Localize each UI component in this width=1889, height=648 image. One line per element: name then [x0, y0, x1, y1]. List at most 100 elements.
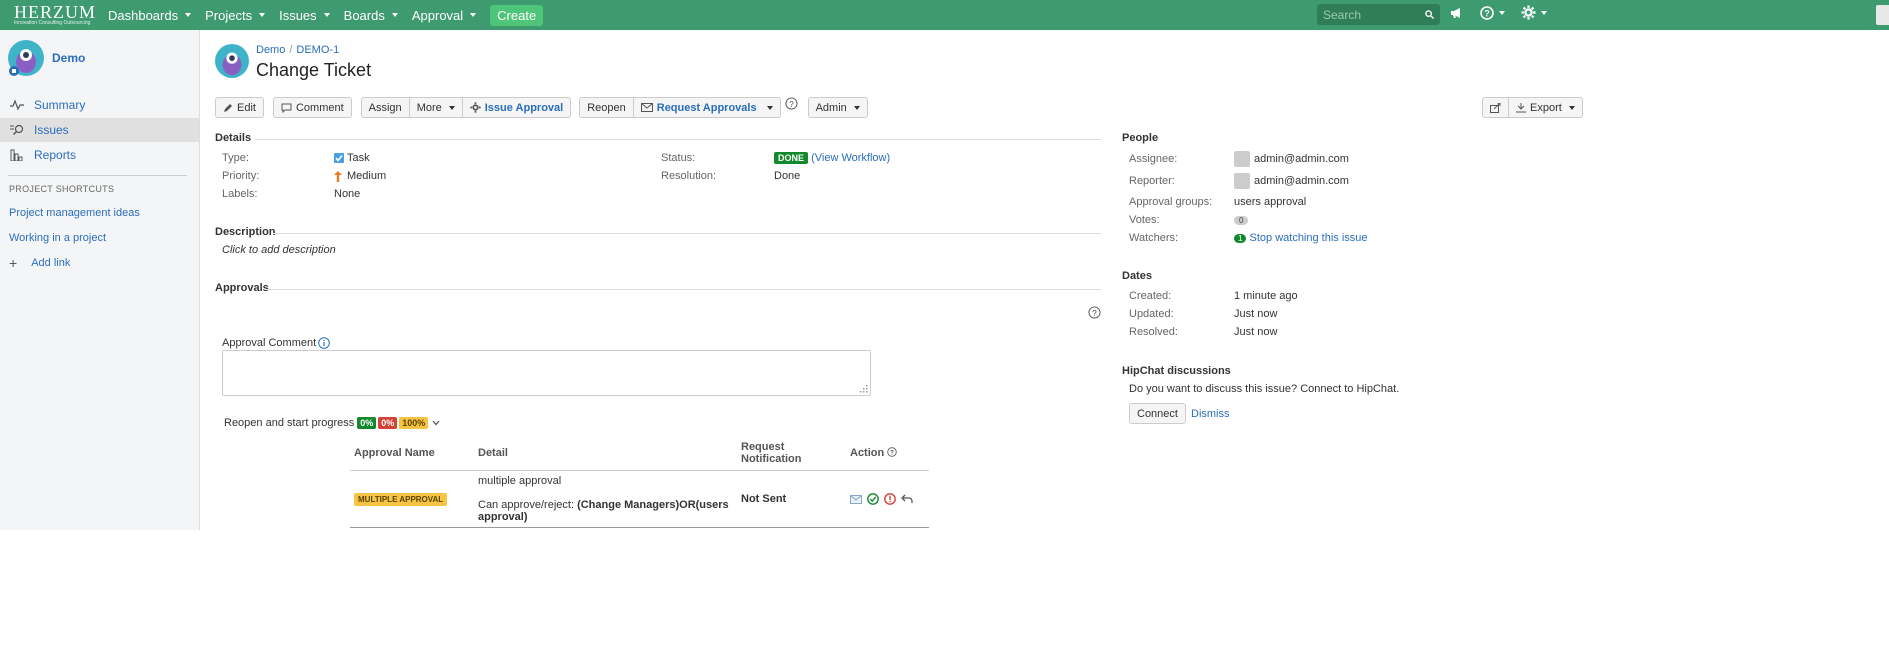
- add-link-button[interactable]: + Add link: [0, 250, 199, 275]
- help-menu[interactable]: ?: [1480, 5, 1505, 20]
- description-field[interactable]: Click to add description: [222, 244, 336, 256]
- project-sidebar: Demo Summary Issues Reports PROJECT SHOR…: [0, 30, 200, 530]
- approval-comment-textarea[interactable]: [222, 350, 871, 396]
- connect-button[interactable]: Connect: [1129, 403, 1186, 424]
- search-box[interactable]: [1317, 4, 1440, 25]
- chevron-down-icon: [259, 13, 266, 17]
- project-header[interactable]: Demo: [0, 30, 199, 86]
- svg-text:?: ?: [1092, 308, 1097, 318]
- details-heading: Details: [215, 132, 252, 144]
- updated-value: Just now: [1234, 308, 1278, 320]
- comment-icon: [281, 103, 292, 113]
- approval-comment-text: Approval Comment: [222, 337, 317, 349]
- breadcrumb-issue-key[interactable]: DEMO-1: [296, 44, 339, 56]
- votes-label: Votes:: [1129, 214, 1160, 226]
- created-label: Created:: [1129, 290, 1172, 302]
- shortcut-working-in-a-project[interactable]: Working in a project: [0, 225, 199, 250]
- request-approvals-button[interactable]: Request Approvals: [633, 97, 781, 118]
- arrow-up-icon: [334, 170, 342, 182]
- breadcrumb-project[interactable]: Demo: [256, 44, 285, 56]
- approval-name-cell: MULTIPLE APPROVAL: [350, 470, 474, 528]
- envelope-icon: [640, 103, 653, 112]
- admin-button[interactable]: Admin: [807, 97, 868, 118]
- type-value: Task: [334, 152, 370, 164]
- project-avatar: [215, 44, 249, 78]
- sidebar-item-issues[interactable]: Issues: [0, 118, 199, 142]
- info-icon[interactable]: [318, 337, 330, 349]
- approve-icon[interactable]: [867, 493, 879, 505]
- reject-icon[interactable]: [884, 493, 896, 505]
- assignee-value[interactable]: admin@admin.com: [1234, 151, 1349, 167]
- stop-watching-link[interactable]: Stop watching this issue: [1250, 232, 1368, 244]
- assignee-name: admin@admin.com: [1254, 152, 1349, 165]
- approval-transition[interactable]: Reopen and start progress 0% 0% 100%: [224, 417, 440, 429]
- sidebar-item-summary[interactable]: Summary: [0, 93, 199, 117]
- request-notification-cell: Not Sent: [737, 470, 846, 528]
- send-notification-icon[interactable]: [850, 494, 862, 504]
- nav-approval[interactable]: Approval: [412, 8, 477, 23]
- votes-count-badge: 0: [1234, 216, 1249, 225]
- project-avatar: [8, 40, 44, 76]
- column-header-label: Action: [850, 447, 885, 459]
- chevron-down-icon: [766, 105, 773, 110]
- search-icon[interactable]: [1425, 10, 1434, 19]
- undo-icon[interactable]: [901, 494, 913, 504]
- watchers-label: Watchers:: [1129, 232, 1179, 244]
- page-title[interactable]: Change Ticket: [256, 60, 371, 81]
- nav-boards[interactable]: Boards: [344, 8, 398, 23]
- task-icon: [334, 153, 344, 163]
- status-value: DONE (View Workflow): [774, 152, 890, 164]
- type-label: Type:: [222, 152, 249, 164]
- approved-percent-badge: 0%: [357, 417, 377, 429]
- sidebar-item-label: Reports: [34, 148, 77, 162]
- herzum-logo[interactable]: HERZUM Innovation Consulting Outsourcing: [14, 2, 96, 26]
- chevron-down-icon: [185, 13, 192, 17]
- table-row: MULTIPLE APPROVAL multiple approval Can …: [350, 470, 929, 528]
- votes-value[interactable]: 0: [1234, 214, 1249, 226]
- shortcut-project-management-ideas[interactable]: Project management ideas: [0, 200, 199, 225]
- hipchat-heading: HipChat discussions: [1122, 365, 1231, 377]
- view-workflow-link[interactable]: (View Workflow): [811, 152, 890, 164]
- issues-search-icon: [10, 124, 24, 135]
- share-button[interactable]: [1482, 97, 1509, 118]
- approval-groups-value: users approval: [1234, 196, 1307, 208]
- user-avatar[interactable]: [1876, 5, 1889, 25]
- people-heading: People: [1122, 132, 1159, 144]
- reporter-value[interactable]: admin@admin.com: [1234, 173, 1349, 189]
- comment-button[interactable]: Comment: [272, 97, 352, 118]
- nav-issues[interactable]: Issues: [279, 8, 330, 23]
- settings-menu[interactable]: [1521, 5, 1547, 20]
- create-button[interactable]: Create: [490, 4, 544, 26]
- more-button[interactable]: More: [409, 97, 463, 118]
- column-header: Approval Name: [350, 436, 474, 471]
- edit-button[interactable]: Edit: [215, 97, 264, 118]
- pencil-icon: [224, 103, 232, 112]
- assign-button[interactable]: Assign: [360, 97, 410, 118]
- nav-issues-label: Issues: [279, 7, 317, 23]
- help-icon[interactable]: ?: [1088, 306, 1101, 319]
- search-input[interactable]: [1323, 7, 1418, 22]
- help-icon[interactable]: ?: [887, 447, 898, 457]
- export-button[interactable]: Export: [1509, 97, 1583, 118]
- nav-projects-label: Projects: [205, 7, 253, 23]
- plus-icon: +: [9, 254, 18, 271]
- chevron-down-icon[interactable]: [432, 420, 440, 426]
- project-name[interactable]: Demo: [52, 51, 85, 65]
- nav-dashboards[interactable]: Dashboards: [108, 8, 192, 23]
- watchers-count-badge[interactable]: 1: [1234, 234, 1247, 243]
- sidebar-item-reports[interactable]: Reports: [0, 143, 199, 167]
- dismiss-link[interactable]: Dismiss: [1191, 408, 1230, 420]
- approvals-heading: Approvals: [215, 282, 269, 294]
- help-icon[interactable]: ?: [785, 97, 798, 110]
- nav-projects[interactable]: Projects: [205, 7, 266, 23]
- resize-handle-icon[interactable]: [860, 385, 868, 393]
- resolution-value: Done: [774, 170, 801, 182]
- status-badge: DONE: [774, 152, 809, 164]
- reopen-label: Reopen: [587, 101, 626, 114]
- logo-text: HERZUM: [14, 2, 96, 22]
- chevron-down-icon: [1568, 105, 1575, 110]
- issue-approval-button[interactable]: Issue Approval: [462, 97, 572, 118]
- labels-value[interactable]: None: [334, 188, 360, 200]
- reopen-button[interactable]: Reopen: [579, 97, 634, 118]
- megaphone-icon[interactable]: [1450, 7, 1464, 19]
